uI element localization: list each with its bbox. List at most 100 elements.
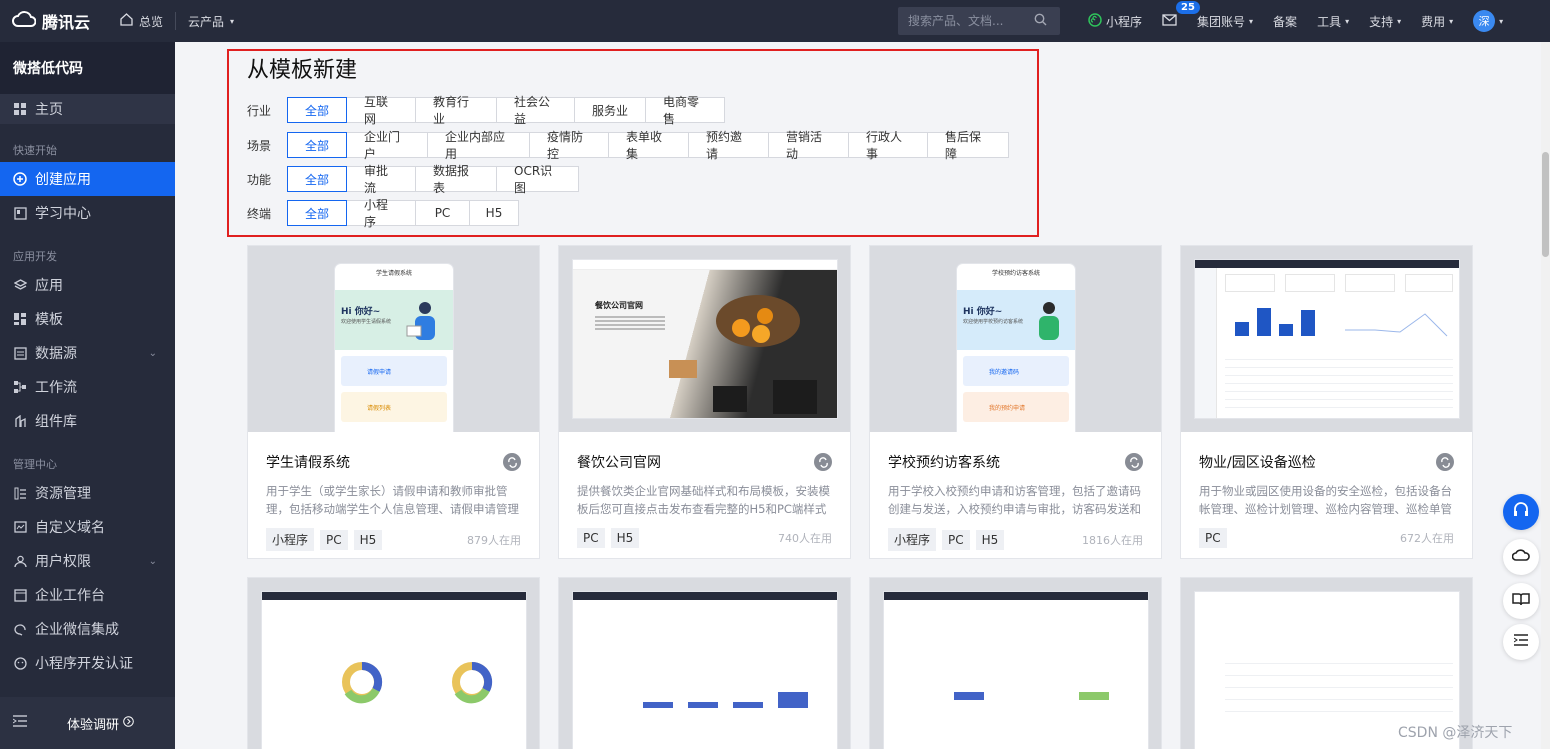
template-card[interactable]: 餐饮公司官网 餐饮公司官网 提供餐饮类企业官网基础样式和布局模板，安装模板后您可…	[558, 245, 851, 559]
chevron-down-icon: ▾	[1249, 16, 1254, 26]
terminal-tag: PC	[1199, 528, 1227, 548]
template-card[interactable]	[558, 577, 851, 749]
filter-chip[interactable]: OCR识图	[496, 164, 579, 195]
mock-bar-chart	[643, 692, 808, 708]
group-account-menu[interactable]: 集团账号 ▾	[1187, 0, 1263, 42]
scrollbar-thumb[interactable]	[1542, 152, 1549, 257]
sidebar-item-create-app[interactable]: 创建应用	[0, 162, 175, 196]
filter-chip[interactable]: 行政人事	[848, 130, 928, 161]
filter-row-function: 功能 全部 审批流 数据报表 OCR识图	[247, 164, 579, 195]
terminal-tag: PC	[320, 529, 348, 550]
sidebar-item-workflow[interactable]: 工作流	[0, 370, 175, 404]
terminal-tag: H5	[975, 529, 1005, 550]
sidebar-item-components[interactable]: 组件库	[0, 404, 175, 438]
template-card[interactable]: 学生请假系统 Hi 你好~ 欢迎使用学生请假系统 请假申请 请假列表 学生请假系…	[247, 245, 540, 559]
sidebar-item-workbench[interactable]: 企业工作台	[0, 578, 175, 612]
filter-chip-all[interactable]: 全部	[287, 166, 347, 192]
domain-icon	[13, 520, 27, 534]
sidebar-item-wecom[interactable]: 企业微信集成	[0, 612, 175, 646]
sidebar-item-label: 应用	[35, 278, 63, 294]
template-card[interactable]: 物业/园区设备巡检 用于物业或园区使用设备的安全巡检，包括设备台帐管理、巡检计划…	[1180, 245, 1473, 559]
cloud-products-label: 云产品	[188, 14, 225, 29]
card-description: 用于学生（或学生家长）请假申请和教师审批管理，包括移动端学生个人信息管理、请假申…	[266, 484, 519, 516]
sidebar-item-templates[interactable]: 模板	[0, 302, 175, 336]
filter-chip[interactable]: 企业内部应用	[427, 130, 530, 161]
mock-photo	[773, 380, 817, 414]
record-link[interactable]: 备案	[1263, 0, 1307, 42]
filter-chip[interactable]: 电商零售	[645, 95, 725, 126]
billing-menu[interactable]: 费用 ▾	[1411, 0, 1463, 42]
message-center[interactable]: 25	[1152, 0, 1200, 42]
sidebar-item-learning[interactable]: 学习中心	[0, 196, 175, 230]
sidebar-item-resources[interactable]: 资源管理	[0, 476, 175, 510]
tools-menu[interactable]: 工具 ▾	[1307, 0, 1359, 42]
sidebar-item-domain[interactable]: 自定义域名	[0, 510, 175, 544]
mock-app-title: 学生请假系统	[375, 270, 412, 277]
collapse-sidebar-icon[interactable]	[12, 715, 27, 731]
template-card[interactable]	[247, 577, 540, 749]
search-icon[interactable]	[1034, 13, 1047, 30]
filter-chip-all[interactable]: 全部	[287, 132, 347, 158]
sidebar-item-datasource[interactable]: 数据源 ⌄	[0, 336, 175, 370]
filter-chip[interactable]: 互联网	[346, 95, 416, 126]
filter-chip[interactable]: 服务业	[574, 97, 646, 123]
filter-chip[interactable]: PC	[415, 200, 470, 226]
filter-chip[interactable]: 企业门户	[346, 130, 428, 161]
cloud-logo-icon	[12, 10, 37, 32]
filter-chip[interactable]: 售后保障	[927, 130, 1009, 161]
sidebar-group-dev: 应用开发	[13, 250, 57, 263]
filter-chip[interactable]: 社会公益	[496, 95, 575, 126]
avatar: 深	[1473, 10, 1496, 32]
filter-chip[interactable]: 预约邀请	[688, 130, 769, 161]
user-menu[interactable]: 深 ▾	[1463, 0, 1513, 42]
overview-link[interactable]: 总览	[108, 0, 175, 42]
filter-chip-all[interactable]: 全部	[287, 97, 347, 123]
filter-chip[interactable]: 数据报表	[415, 164, 497, 195]
sidebar-item-permissions[interactable]: 用户权限 ⌄	[0, 544, 175, 578]
scrollbar[interactable]	[1541, 42, 1550, 749]
template-card[interactable]: 学校预约访客系统 Hi 你好~ 欢迎使用学校预约访客系统 我的邀请码 我的预约申…	[869, 245, 1162, 559]
brand-logo[interactable]: 腾讯云	[0, 9, 108, 33]
menu-collapse-button[interactable]	[1503, 624, 1539, 660]
template-thumbnail	[1181, 246, 1472, 432]
cloud-icon	[1511, 548, 1530, 566]
filter-chip[interactable]: 表单收集	[608, 130, 689, 161]
cloud-shell-button[interactable]	[1503, 539, 1539, 575]
sidebar-item-label: 自定义域名	[35, 520, 105, 536]
miniprogram-link[interactable]: 小程序	[1078, 0, 1152, 42]
support-menu[interactable]: 支持 ▾	[1359, 0, 1411, 42]
mock-text-lines	[595, 316, 665, 330]
sidebar-item-home[interactable]: 主页	[0, 94, 175, 124]
docs-button[interactable]	[1503, 583, 1539, 619]
sidebar-item-label: 创建应用	[35, 172, 91, 188]
search-input[interactable]	[908, 14, 1034, 28]
mock-hero: Hi 你好~ 欢迎使用学生请假系统	[335, 290, 453, 350]
filter-chip[interactable]: 小程序	[346, 198, 416, 229]
template-card[interactable]	[869, 577, 1162, 749]
mock-invite-code: 我的邀请码	[963, 356, 1069, 386]
filter-chip[interactable]: 审批流	[346, 164, 416, 195]
sidebar-item-label: 企业微信集成	[35, 622, 119, 638]
sidebar-item-label: 资源管理	[35, 486, 91, 502]
template-thumbnail: 餐饮公司官网	[559, 246, 850, 432]
sidebar-item-label: 工作流	[35, 380, 77, 396]
filter-chip[interactable]: 疫情防控	[529, 130, 609, 161]
chevron-down-icon: ▾	[1499, 16, 1504, 26]
customer-service-button[interactable]	[1503, 494, 1539, 530]
filter-chip[interactable]: H5	[469, 200, 519, 226]
watermark: CSDN @泽济天下	[1398, 725, 1513, 741]
survey-link[interactable]: 体验调研	[67, 714, 134, 733]
filter-chip[interactable]: 营销活动	[768, 130, 849, 161]
filter-chip[interactable]: 教育行业	[415, 95, 497, 126]
sidebar-item-apps[interactable]: 应用	[0, 268, 175, 302]
sidebar-item-mp-auth[interactable]: 小程序开发认证	[0, 646, 175, 680]
sidebar-footer: 体验调研	[0, 697, 175, 749]
mock-stat-card	[1225, 274, 1275, 292]
sidebar-group-manage: 管理中心	[13, 458, 57, 471]
cloud-products-menu[interactable]: 云产品 ▾	[176, 0, 246, 42]
top-search-box[interactable]	[898, 7, 1060, 35]
mail-icon	[1162, 13, 1177, 29]
mock-bar-chart	[954, 692, 1109, 700]
filter-chip-all[interactable]: 全部	[287, 200, 347, 226]
card-title: 学生请假系统	[266, 455, 350, 471]
